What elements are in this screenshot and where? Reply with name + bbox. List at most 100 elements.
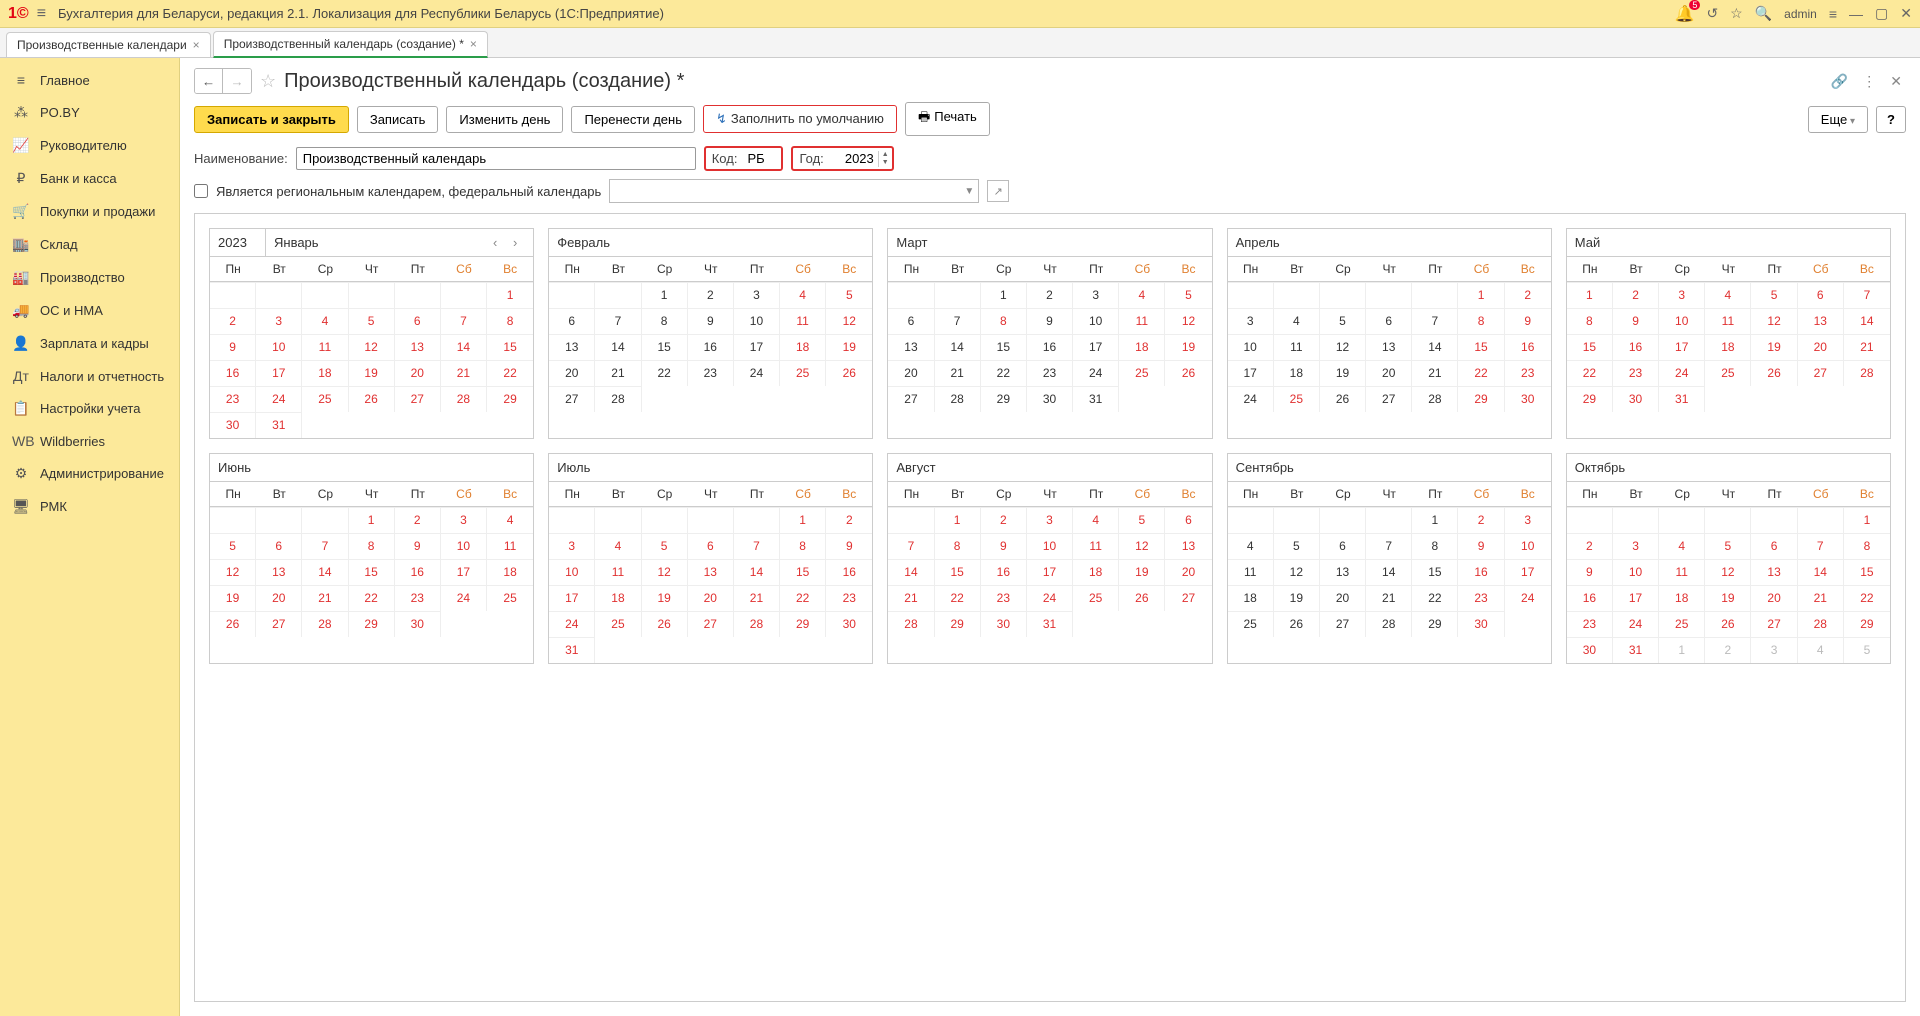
day-cell[interactable]: 5 — [349, 308, 395, 334]
regional-checkbox[interactable] — [194, 184, 208, 198]
day-cell[interactable]: 19 — [210, 585, 256, 611]
day-cell[interactable]: 3 — [734, 282, 780, 308]
sidebar-item[interactable]: WBWildberries — [0, 425, 179, 457]
day-cell[interactable]: 18 — [1659, 585, 1705, 611]
day-cell[interactable]: 2 — [395, 507, 441, 533]
day-cell[interactable]: 24 — [1027, 585, 1073, 611]
day-cell[interactable]: 2 — [981, 507, 1027, 533]
day-cell[interactable]: 5 — [1274, 533, 1320, 559]
day-cell[interactable]: 27 — [888, 386, 934, 412]
day-cell[interactable]: 21 — [302, 585, 348, 611]
day-cell[interactable]: 30 — [826, 611, 872, 637]
menu-icon[interactable]: ≡ — [1829, 6, 1837, 22]
day-cell[interactable]: 26 — [1705, 611, 1751, 637]
day-cell[interactable]: 6 — [395, 308, 441, 334]
day-cell[interactable]: 12 — [1320, 334, 1366, 360]
day-cell[interactable]: 28 — [595, 386, 641, 412]
sidebar-item[interactable]: ₽Банк и касса — [0, 162, 179, 195]
day-cell[interactable]: 12 — [1165, 308, 1211, 334]
day-cell[interactable]: 26 — [1165, 360, 1211, 386]
hamburger-icon[interactable]: ≡ — [37, 5, 46, 23]
day-cell[interactable]: 1 — [1844, 507, 1890, 533]
sidebar-item[interactable]: 🖥РМК — [0, 490, 179, 523]
day-cell[interactable]: 31 — [1073, 386, 1119, 412]
day-cell[interactable]: 22 — [780, 585, 826, 611]
day-cell[interactable]: 13 — [256, 559, 302, 585]
day-cell[interactable]: 9 — [826, 533, 872, 559]
day-cell[interactable]: 9 — [210, 334, 256, 360]
day-cell[interactable]: 26 — [210, 611, 256, 637]
day-cell[interactable]: 25 — [1274, 386, 1320, 412]
day-cell[interactable]: 24 — [441, 585, 487, 611]
day-cell[interactable]: 8 — [1458, 308, 1504, 334]
day-cell[interactable]: 2 — [210, 308, 256, 334]
sidebar-item[interactable]: ДтНалоги и отчетность — [0, 360, 179, 392]
day-cell[interactable]: 14 — [935, 334, 981, 360]
day-cell[interactable]: 18 — [487, 559, 533, 585]
day-cell[interactable]: 26 — [642, 611, 688, 637]
day-cell[interactable]: 18 — [302, 360, 348, 386]
day-cell[interactable]: 1 — [935, 507, 981, 533]
day-cell[interactable]: 18 — [1073, 559, 1119, 585]
day-cell[interactable]: 27 — [1751, 611, 1797, 637]
day-cell[interactable]: 17 — [1613, 585, 1659, 611]
day-cell[interactable]: 5 — [642, 533, 688, 559]
day-cell[interactable]: 11 — [1073, 533, 1119, 559]
day-cell[interactable]: 30 — [1567, 637, 1613, 663]
day-cell[interactable]: 22 — [642, 360, 688, 386]
open-external-icon[interactable]: ↗ — [987, 180, 1009, 202]
day-cell[interactable]: 10 — [1228, 334, 1274, 360]
day-cell[interactable]: 26 — [1751, 360, 1797, 386]
day-cell[interactable]: 2 — [1027, 282, 1073, 308]
day-cell[interactable]: 12 — [1705, 559, 1751, 585]
day-cell[interactable]: 7 — [734, 533, 780, 559]
day-cell[interactable]: 11 — [1228, 559, 1274, 585]
day-cell[interactable]: 16 — [1567, 585, 1613, 611]
day-cell[interactable]: 15 — [349, 559, 395, 585]
day-cell[interactable]: 7 — [1366, 533, 1412, 559]
day-cell[interactable]: 26 — [1119, 585, 1165, 611]
day-cell[interactable]: 15 — [1567, 334, 1613, 360]
day-cell[interactable]: 21 — [888, 585, 934, 611]
day-cell[interactable]: 25 — [595, 611, 641, 637]
day-cell[interactable]: 29 — [935, 611, 981, 637]
day-cell[interactable]: 15 — [981, 334, 1027, 360]
day-cell[interactable]: 7 — [595, 308, 641, 334]
day-cell[interactable]: 27 — [1320, 611, 1366, 637]
day-cell[interactable]: 19 — [1705, 585, 1751, 611]
user-label[interactable]: admin — [1784, 7, 1817, 21]
day-cell[interactable]: 25 — [1228, 611, 1274, 637]
day-cell[interactable]: 3 — [1228, 308, 1274, 334]
day-cell[interactable]: 17 — [441, 559, 487, 585]
day-cell[interactable]: 16 — [1613, 334, 1659, 360]
day-cell[interactable]: 13 — [1165, 533, 1211, 559]
day-cell[interactable]: 22 — [935, 585, 981, 611]
day-cell[interactable]: 9 — [1458, 533, 1504, 559]
day-cell[interactable]: 21 — [1366, 585, 1412, 611]
day-cell[interactable]: 24 — [1073, 360, 1119, 386]
day-cell[interactable]: 23 — [1613, 360, 1659, 386]
day-cell[interactable]: 15 — [935, 559, 981, 585]
day-cell[interactable]: 13 — [688, 559, 734, 585]
day-cell[interactable]: 22 — [981, 360, 1027, 386]
day-cell[interactable]: 5 — [1165, 282, 1211, 308]
day-cell[interactable]: 19 — [1320, 360, 1366, 386]
day-cell[interactable]: 14 — [1844, 308, 1890, 334]
day-cell[interactable]: 18 — [1274, 360, 1320, 386]
day-cell[interactable]: 5 — [1705, 533, 1751, 559]
month-prev-icon[interactable]: ‹ — [485, 235, 505, 250]
day-cell[interactable]: 4 — [595, 533, 641, 559]
day-cell[interactable]: 18 — [1228, 585, 1274, 611]
day-cell[interactable]: 28 — [1366, 611, 1412, 637]
kebab-icon[interactable]: ⋮ — [1858, 71, 1880, 92]
day-cell[interactable]: 3 — [256, 308, 302, 334]
day-cell[interactable]: 17 — [256, 360, 302, 386]
day-cell[interactable]: 15 — [780, 559, 826, 585]
nav-back-button[interactable]: ← — [195, 69, 223, 93]
day-cell[interactable]: 7 — [1844, 282, 1890, 308]
day-cell[interactable]: 15 — [1844, 559, 1890, 585]
day-cell[interactable]: 15 — [642, 334, 688, 360]
tab[interactable]: Производственные календари× — [6, 32, 211, 57]
day-cell[interactable]: 11 — [1659, 559, 1705, 585]
history-icon[interactable]: ↺ — [1706, 5, 1718, 22]
